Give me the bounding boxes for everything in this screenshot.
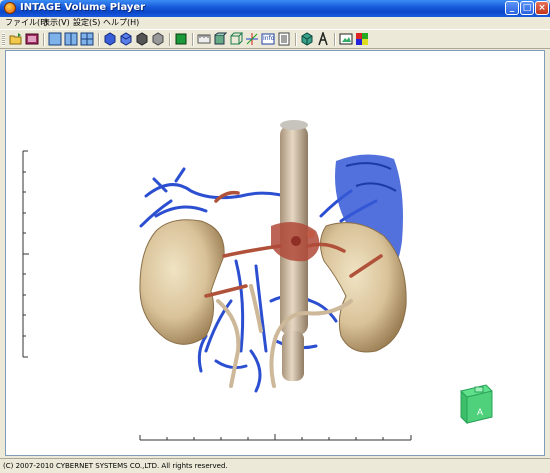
volume-render-canvas[interactable] — [6, 51, 544, 455]
orientation-a-icon[interactable] — [316, 30, 330, 46]
window-title: INTAGE Volume Player — [20, 2, 146, 13]
close-button[interactable]: × — [535, 1, 549, 15]
copyright-text: (C) 2007-2010 CYBERNET SYSTEMS CO.,LTD. … — [3, 462, 228, 470]
orientation-cube-label: A — [477, 407, 484, 417]
menu-settings[interactable]: 設定(S) — [73, 17, 100, 29]
menu-bar: ファイル(F) 表示(V) 設定(S) ヘルプ(H) — [0, 17, 550, 29]
color-palette-icon[interactable] — [355, 32, 369, 46]
image-settings-icon[interactable] — [25, 32, 39, 46]
snapshot-icon[interactable] — [339, 32, 353, 46]
box-wireframe-icon[interactable] — [229, 32, 244, 46]
cube-green-icon[interactable] — [300, 32, 314, 46]
toolbar: Info — [0, 29, 550, 49]
maximize-button[interactable]: □ — [520, 1, 534, 15]
minimize-button[interactable]: _ — [505, 1, 519, 15]
vertical-scale-ruler — [22, 150, 29, 358]
title-bar[interactable]: INTAGE Volume Player _ □ × — [0, 0, 550, 17]
render-dark-cube-icon[interactable] — [135, 32, 149, 46]
ruler-icon[interactable] — [197, 32, 211, 46]
info-label: Info — [263, 35, 275, 42]
green-square-icon[interactable] — [174, 32, 188, 46]
volume-clip-icon[interactable] — [213, 32, 228, 46]
status-bar: (C) 2007-2010 CYBERNET SYSTEMS CO.,LTD. … — [0, 458, 550, 473]
open-folder-icon[interactable] — [9, 32, 23, 46]
menu-help[interactable]: ヘルプ(H) — [103, 17, 139, 29]
layout-single-icon[interactable] — [48, 32, 62, 46]
layout-four-pane-icon[interactable] — [80, 32, 94, 46]
orientation-cube[interactable] — [460, 384, 493, 425]
axes-icon[interactable] — [245, 32, 259, 46]
horizontal-scale-ruler — [139, 434, 412, 441]
list-view-icon[interactable] — [277, 32, 291, 46]
render-gray-cube-icon[interactable] — [151, 32, 165, 46]
layout-two-pane-icon[interactable] — [64, 32, 78, 46]
volume-render-anatomy — [139, 120, 407, 393]
app-icon — [4, 2, 16, 14]
render-blue-cube-icon[interactable] — [103, 32, 117, 46]
volume-viewport[interactable]: A — [5, 50, 545, 456]
toolbar-grip[interactable] — [2, 33, 5, 46]
render-blue-shape-icon[interactable] — [119, 32, 133, 46]
menu-view[interactable]: 表示(V) — [42, 17, 70, 29]
info-icon[interactable]: Info — [261, 32, 275, 46]
